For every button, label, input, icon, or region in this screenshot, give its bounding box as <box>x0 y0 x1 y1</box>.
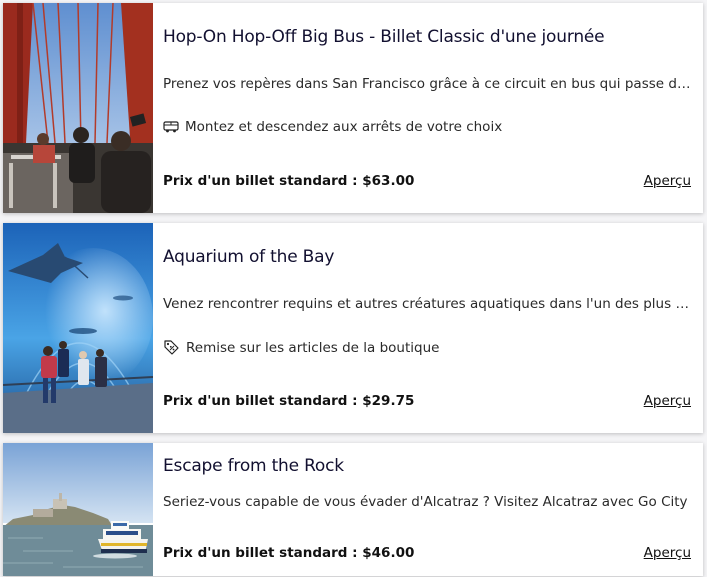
feature-label: Remise sur les articles de la boutique <box>186 339 440 356</box>
attraction-card[interactable]: Escape from the Rock Seriez-vous capable… <box>3 443 703 576</box>
preview-link[interactable]: Aperçu <box>644 173 691 189</box>
card-body: Hop-On Hop-Off Big Bus - Billet Classic … <box>153 3 703 213</box>
tag-percent-icon <box>164 340 179 355</box>
preview-link[interactable]: Aperçu <box>644 393 691 409</box>
card-price: Prix d'un billet standard : $46.00 <box>163 545 415 561</box>
attraction-list: Hop-On Hop-Off Big Bus - Billet Classic … <box>0 0 707 577</box>
card-body: Escape from the Rock Seriez-vous capable… <box>153 443 703 576</box>
card-body: Aquarium of the Bay Venez rencontrer req… <box>153 223 703 433</box>
golden-gate-bus-photo <box>3 3 153 213</box>
card-description: Seriez-vous capable de vous évader d'Alc… <box>163 494 688 510</box>
card-feature: Remise sur les articles de la boutique <box>163 339 691 356</box>
bus-icon <box>163 121 179 133</box>
card-title: Aquarium of the Bay <box>163 247 335 267</box>
attraction-card[interactable]: Hop-On Hop-Off Big Bus - Billet Classic … <box>3 3 703 213</box>
card-title: Hop-On Hop-Off Big Bus - Billet Classic … <box>163 27 605 47</box>
card-feature: Montez et descendez aux arrêts de votre … <box>163 119 691 135</box>
card-description: Venez rencontrer requins et autres créat… <box>163 296 691 312</box>
card-description: Prenez vos repères dans San Francisco gr… <box>163 76 691 92</box>
card-price: Prix d'un billet standard : $63.00 <box>163 173 415 189</box>
feature-label: Montez et descendez aux arrêts de votre … <box>185 119 503 135</box>
attraction-card[interactable]: Aquarium of the Bay Venez rencontrer req… <box>3 223 703 433</box>
preview-link[interactable]: Aperçu <box>644 545 691 561</box>
aquarium-tunnel-photo <box>3 223 153 433</box>
alcatraz-ferry-photo <box>3 443 153 576</box>
card-title: Escape from the Rock <box>163 456 344 476</box>
card-price: Prix d'un billet standard : $29.75 <box>163 393 415 409</box>
